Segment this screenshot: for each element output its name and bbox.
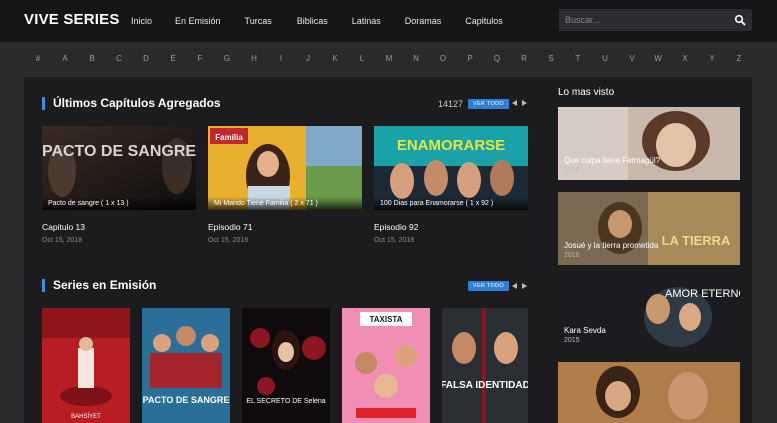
episode-thumbnail[interactable]: ENAMORARSE 100 Dias para Enamorarse ( 1 … (374, 126, 528, 210)
most-viewed-item[interactable]: AMOR ETERNO Kara Sevda 2015 (558, 277, 740, 350)
art-text: PACTO DE SANGRE (143, 395, 230, 405)
main-nav: Inicio En Emisión Turcas Biblicas Latina… (131, 16, 503, 26)
poster-art: BAHSİYET (42, 308, 130, 423)
episode-date: Oct 15, 2018 (208, 237, 249, 244)
next-arrow-icon[interactable] (522, 100, 527, 106)
episode-thumbnail[interactable]: Familia Mi Marido Tiene Familia ( 2 x 71… (208, 126, 362, 210)
letter-k[interactable]: K (332, 54, 337, 63)
most-viewed-name[interactable]: Josué y la tierra prometida (564, 241, 658, 250)
episode-card[interactable]: ENAMORARSE 100 Dias para Enamorarse ( 1 … (374, 126, 528, 244)
letter-r[interactable]: R (521, 54, 527, 63)
letter-m[interactable]: M (386, 54, 393, 63)
series-poster[interactable]: EL SECRETO DE Selena (242, 308, 330, 423)
letter-i[interactable]: I (280, 54, 282, 63)
episode-date: Oct 15, 2018 (42, 237, 83, 244)
episode-title[interactable]: Capitulo 13 (42, 222, 196, 232)
most-viewed-year: 2016 (564, 252, 580, 259)
poster-art: EL SECRETO DE Selena (242, 308, 330, 423)
art-text: BAHSİYET (71, 413, 101, 420)
letter-y[interactable]: Y (709, 54, 714, 63)
letter-hash[interactable]: # (36, 54, 40, 63)
letter-a[interactable]: A (62, 54, 67, 63)
letter-x[interactable]: X (682, 54, 687, 63)
view-all-episodes-button[interactable]: VER TODO (468, 99, 509, 109)
search-box (559, 9, 752, 31)
letter-s[interactable]: S (548, 54, 553, 63)
most-viewed-title: Lo mas visto (558, 87, 615, 98)
episode-title[interactable]: Episodio 92 (374, 222, 528, 232)
top-header: VIVE SERIES Inicio En Emisión Turcas Bib… (0, 0, 777, 42)
most-viewed-item[interactable]: LA TIERRA Josué y la tierra prometida 20… (558, 192, 740, 265)
letter-f[interactable]: F (198, 54, 203, 63)
search-input[interactable] (559, 15, 727, 25)
episode-date: Oct 15, 2018 (374, 237, 415, 244)
letter-j[interactable]: J (306, 54, 310, 63)
letter-h[interactable]: H (251, 54, 257, 63)
alphabet-filter: # A B C D E F G H I J K L M N O P Q R S … (24, 42, 752, 77)
letter-n[interactable]: N (413, 54, 419, 63)
letter-b[interactable]: B (89, 54, 94, 63)
most-viewed-item[interactable] (558, 362, 740, 423)
next-arrow-icon[interactable] (522, 283, 527, 289)
most-viewed-year: 2015 (564, 337, 580, 344)
art-text: FALSA IDENTIDAD (442, 380, 528, 391)
latest-episodes-title: Últimos Capítulos Agregados (42, 97, 221, 110)
series-on-air-title: Series en Emisión (42, 279, 156, 292)
episodes-count: 14127 (438, 99, 464, 109)
letter-z[interactable]: Z (737, 54, 742, 63)
letter-q[interactable]: Q (494, 54, 500, 63)
poster-art: TAXISTA (342, 308, 430, 423)
art-text: AMOR ETERNO (665, 288, 740, 300)
episode-caption: 100 Dias para Enamorarse ( 1 x 92 ) (374, 197, 528, 210)
site-logo[interactable]: VIVE SERIES (24, 11, 120, 28)
letter-l[interactable]: L (360, 54, 364, 63)
poster-art: PACTO DE SANGRE (142, 308, 230, 423)
letter-d[interactable]: D (143, 54, 149, 63)
letter-g[interactable]: G (224, 54, 230, 63)
letter-e[interactable]: E (170, 54, 175, 63)
most-viewed-art (558, 362, 740, 423)
nav-item-en-emision[interactable]: En Emisión (175, 16, 221, 26)
most-viewed-item[interactable]: Que culpa tiene Fatmagül? 2010 (558, 107, 740, 180)
art-text: Familia (215, 133, 243, 142)
letter-u[interactable]: U (602, 54, 608, 63)
letter-o[interactable]: O (440, 54, 446, 63)
letter-w[interactable]: W (654, 54, 662, 63)
episode-caption: Pacto de sangre ( 1 x 13 ) (42, 197, 196, 210)
episode-card[interactable]: Familia Mi Marido Tiene Familia ( 2 x 71… (208, 126, 362, 244)
letter-p[interactable]: P (467, 54, 472, 63)
nav-item-inicio[interactable]: Inicio (131, 16, 152, 26)
most-viewed-year: 2010 (564, 167, 580, 174)
view-all-series-button[interactable]: VER TODO (468, 281, 509, 291)
nav-item-capitulos[interactable]: Capitulos (465, 16, 503, 26)
nav-item-latinas[interactable]: Latinas (352, 16, 381, 26)
art-text: ENAMORARSE (397, 137, 505, 154)
nav-item-biblicas[interactable]: Biblicas (297, 16, 328, 26)
episode-caption: Mi Marido Tiene Familia ( 2 x 71 ) (208, 197, 362, 210)
series-poster[interactable]: FALSA IDENTIDAD (442, 308, 528, 423)
prev-arrow-icon[interactable] (512, 283, 517, 289)
letter-c[interactable]: C (116, 54, 122, 63)
letter-v[interactable]: V (629, 54, 634, 63)
art-text: PACTO DE SANGRE (42, 143, 196, 160)
nav-item-turcas[interactable]: Turcas (245, 16, 272, 26)
most-viewed-name[interactable]: Que culpa tiene Fatmagül? (564, 156, 660, 165)
art-text: LA TIERRA (662, 233, 731, 248)
art-text: EL SECRETO DE Selena (246, 398, 325, 405)
nav-item-doramas[interactable]: Doramas (405, 16, 442, 26)
letter-t[interactable]: T (576, 54, 581, 63)
episode-thumbnail[interactable]: PACTO DE SANGRE Pacto de sangre ( 1 x 13… (42, 126, 196, 210)
episode-card[interactable]: PACTO DE SANGRE Pacto de sangre ( 1 x 13… (42, 126, 196, 244)
search-icon[interactable] (734, 14, 746, 26)
poster-art: FALSA IDENTIDAD (442, 308, 528, 423)
series-poster[interactable]: BAHSİYET (42, 308, 130, 423)
art-text: TAXISTA (369, 315, 402, 324)
series-poster[interactable]: PACTO DE SANGRE (142, 308, 230, 423)
most-viewed-name[interactable]: Kara Sevda (564, 326, 606, 335)
prev-arrow-icon[interactable] (512, 100, 517, 106)
episode-title[interactable]: Episodio 71 (208, 222, 362, 232)
series-poster[interactable]: TAXISTA (342, 308, 430, 423)
